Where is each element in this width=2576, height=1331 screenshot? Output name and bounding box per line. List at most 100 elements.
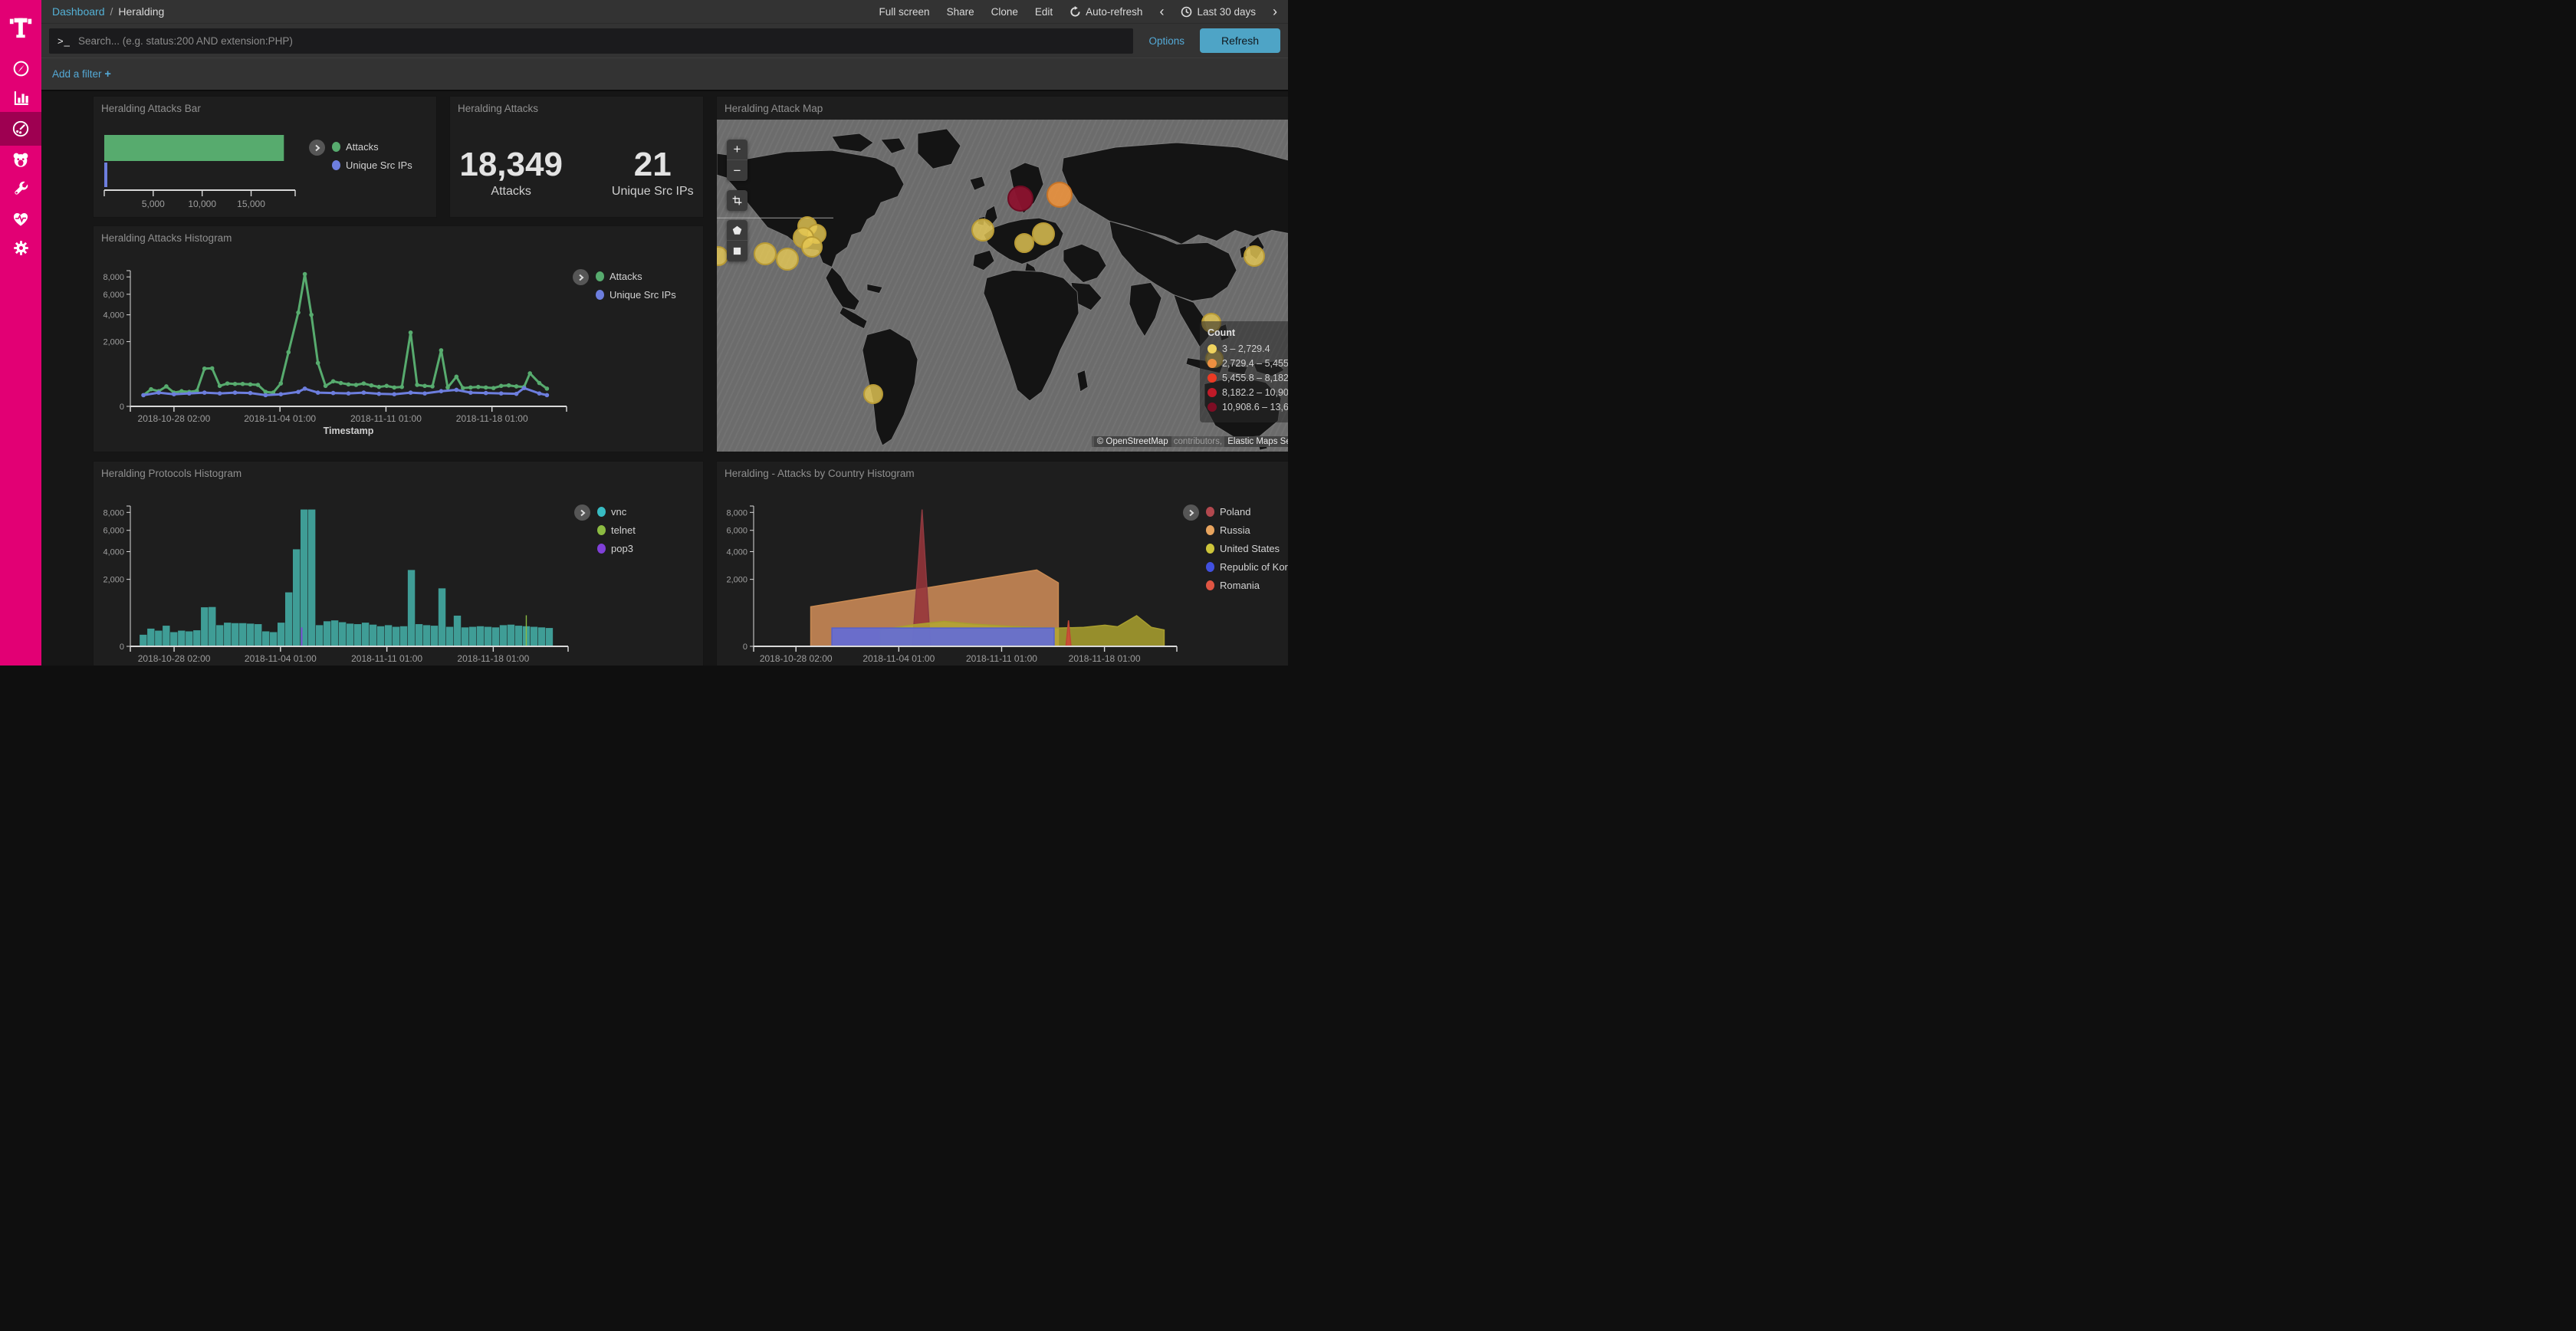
map-legend-item: 2,729.4 – 5,455.8 <box>1208 358 1288 369</box>
attack-location-circle[interactable] <box>971 219 994 242</box>
protocols-histogram-chart[interactable]: 02,0004,0006,0008,0002018-10-28 02:00201… <box>94 485 574 666</box>
legend-expand-icon[interactable] <box>573 269 589 285</box>
filter-bar: Add a filter + <box>41 58 1288 91</box>
svg-text:2018-11-11 01:00: 2018-11-11 01:00 <box>351 653 422 664</box>
legend-item[interactable]: Unique Src IPs <box>596 289 700 301</box>
attacks-bar-chart[interactable]: 5,00010,00015,000 <box>94 120 309 217</box>
svg-text:2018-11-11 01:00: 2018-11-11 01:00 <box>350 413 422 424</box>
svg-text:8,000: 8,000 <box>726 508 748 518</box>
tmobile-logo[interactable] <box>0 0 41 54</box>
time-range-picker[interactable]: Last 30 days <box>1181 6 1256 18</box>
legend-dot <box>332 160 340 170</box>
elastic-maps-link[interactable]: Elastic Maps Service <box>1224 436 1288 447</box>
legend-expand-icon[interactable] <box>574 504 590 521</box>
map-legend: Count 3 – 2,729.42,729.4 – 5,455.85,455.… <box>1200 321 1288 422</box>
navbar-action[interactable]: Edit <box>1035 6 1053 18</box>
search-input[interactable] <box>49 28 1133 54</box>
svg-text:2,000: 2,000 <box>103 338 124 347</box>
sidebar-item-discover[interactable] <box>0 54 41 83</box>
legend-label: vnc <box>611 506 626 518</box>
map-zoom-out-button[interactable]: − <box>727 160 748 181</box>
osm-link[interactable]: © OpenStreetMap <box>1094 436 1171 447</box>
compass-icon <box>11 58 31 79</box>
map-controls: + − <box>727 140 748 261</box>
legend-label: Russia <box>1220 524 1250 536</box>
add-filter-link[interactable]: Add a filter + <box>52 68 111 81</box>
kibana-dashboard-app: Dashboard / Heralding Full screen Share Cl… <box>0 0 1288 666</box>
attack-location-circle[interactable] <box>754 242 777 265</box>
legend-label: Republic of Korea <box>1220 561 1288 573</box>
legend-label: Poland <box>1220 506 1250 518</box>
legend-dot <box>597 507 606 517</box>
panel-title: Heralding Attacks <box>450 97 703 120</box>
svg-text:2018-11-04 01:00: 2018-11-04 01:00 <box>244 413 316 424</box>
svg-text:2018-11-18 01:00: 2018-11-18 01:00 <box>1069 653 1141 664</box>
legend-expand-icon[interactable] <box>1183 504 1199 521</box>
legend-item[interactable]: Republic of Korea <box>1206 561 1288 573</box>
bear-icon <box>10 150 31 171</box>
auto-refresh-button[interactable]: Auto-refresh <box>1070 6 1142 18</box>
attack-location-circle[interactable] <box>1007 186 1033 212</box>
breadcrumb: Dashboard / Heralding <box>52 5 164 18</box>
legend-item[interactable]: pop3 <box>597 543 700 554</box>
sidebar-item-tpot[interactable] <box>0 146 41 175</box>
svg-text:6,000: 6,000 <box>103 291 124 300</box>
time-forward-chevron[interactable]: › <box>1273 5 1277 18</box>
legend-item[interactable]: Poland <box>1206 506 1288 518</box>
panel-country-histogram: Heralding - Attacks by Country Histogram… <box>717 462 1288 666</box>
time-back-chevron[interactable]: ‹ <box>1159 5 1164 18</box>
attack-location-circle[interactable] <box>1244 245 1265 267</box>
panel-title: Heralding Attacks Histogram <box>94 226 703 250</box>
attack-location-circle[interactable] <box>776 248 799 271</box>
map-draw-rectangle-button[interactable] <box>727 241 748 261</box>
legend-label: 5,455.8 – 8,182.2 <box>1222 373 1288 383</box>
breadcrumb-dashboard-link[interactable]: Dashboard <box>52 5 105 18</box>
sidebar-item-management[interactable] <box>0 233 41 262</box>
search-bar-row: >_ Options Refresh <box>41 23 1288 58</box>
sidebar-item-visualize[interactable] <box>0 83 41 112</box>
navbar-action[interactable]: Full screen <box>879 6 930 18</box>
legend-item[interactable]: Russia <box>1206 524 1288 536</box>
navbar-action[interactable]: Clone <box>991 6 1018 18</box>
legend-dot <box>597 525 606 535</box>
world-map[interactable]: + − <box>717 120 1288 452</box>
country-histogram-chart[interactable]: 02,0004,0006,0008,0002018-10-28 02:00201… <box>717 485 1183 666</box>
panel-attack-map: Heralding Attack Map <box>717 97 1288 452</box>
svg-text:2018-11-11 01:00: 2018-11-11 01:00 <box>966 653 1037 664</box>
legend-item[interactable]: Unique Src IPs <box>332 159 433 171</box>
legend-item[interactable]: vnc <box>597 506 700 518</box>
map-fit-bounds-button[interactable] <box>727 190 748 211</box>
clock-icon <box>1181 6 1192 18</box>
refresh-button[interactable]: Refresh <box>1200 28 1280 53</box>
sidebar-item-monitoring[interactable] <box>0 204 41 233</box>
sidebar-item-devtools[interactable] <box>0 175 41 204</box>
sidebar-item-dashboard[interactable] <box>0 112 41 146</box>
map-draw-polygon-button[interactable] <box>727 220 748 241</box>
navbar-action[interactable]: Share <box>947 6 974 18</box>
legend-item[interactable]: Attacks <box>332 141 433 153</box>
legend-item[interactable]: Attacks <box>596 271 700 282</box>
metric-value: 18,349 <box>459 148 563 182</box>
svg-text:8,000: 8,000 <box>103 508 124 518</box>
options-link[interactable]: Options <box>1142 35 1191 47</box>
map-legend-title: Count <box>1208 327 1288 338</box>
legend-expand-icon[interactable] <box>309 140 325 156</box>
attack-location-circle[interactable] <box>1014 233 1034 253</box>
legend-item[interactable]: United States <box>1206 543 1288 554</box>
svg-text:2018-10-28 02:00: 2018-10-28 02:00 <box>760 653 833 664</box>
legend-item[interactable]: telnet <box>597 524 700 536</box>
square-icon <box>731 245 743 257</box>
svg-text:4,000: 4,000 <box>103 547 124 557</box>
attack-location-circle[interactable] <box>863 384 883 404</box>
svg-text:2018-11-18 01:00: 2018-11-18 01:00 <box>456 413 528 424</box>
navbar-actions: Full screen Share Clone Edit Auto-refresh ‹… <box>879 5 1277 18</box>
time-range-label: Last 30 days <box>1197 6 1256 18</box>
attacks-histogram-chart[interactable]: 02,0004,0006,0008,0002018-10-28 02:00201… <box>94 249 573 452</box>
panel-attacks-metric: Heralding Attacks 18,349 Attacks 21 Uniq… <box>450 97 703 217</box>
map-zoom-in-button[interactable]: + <box>727 140 748 160</box>
legend-item[interactable]: Romania <box>1206 580 1288 591</box>
attack-location-circle[interactable] <box>1046 182 1073 208</box>
svg-text:4,000: 4,000 <box>726 547 748 557</box>
attack-location-circle[interactable] <box>801 236 823 258</box>
attack-location-circle[interactable] <box>1032 222 1055 245</box>
